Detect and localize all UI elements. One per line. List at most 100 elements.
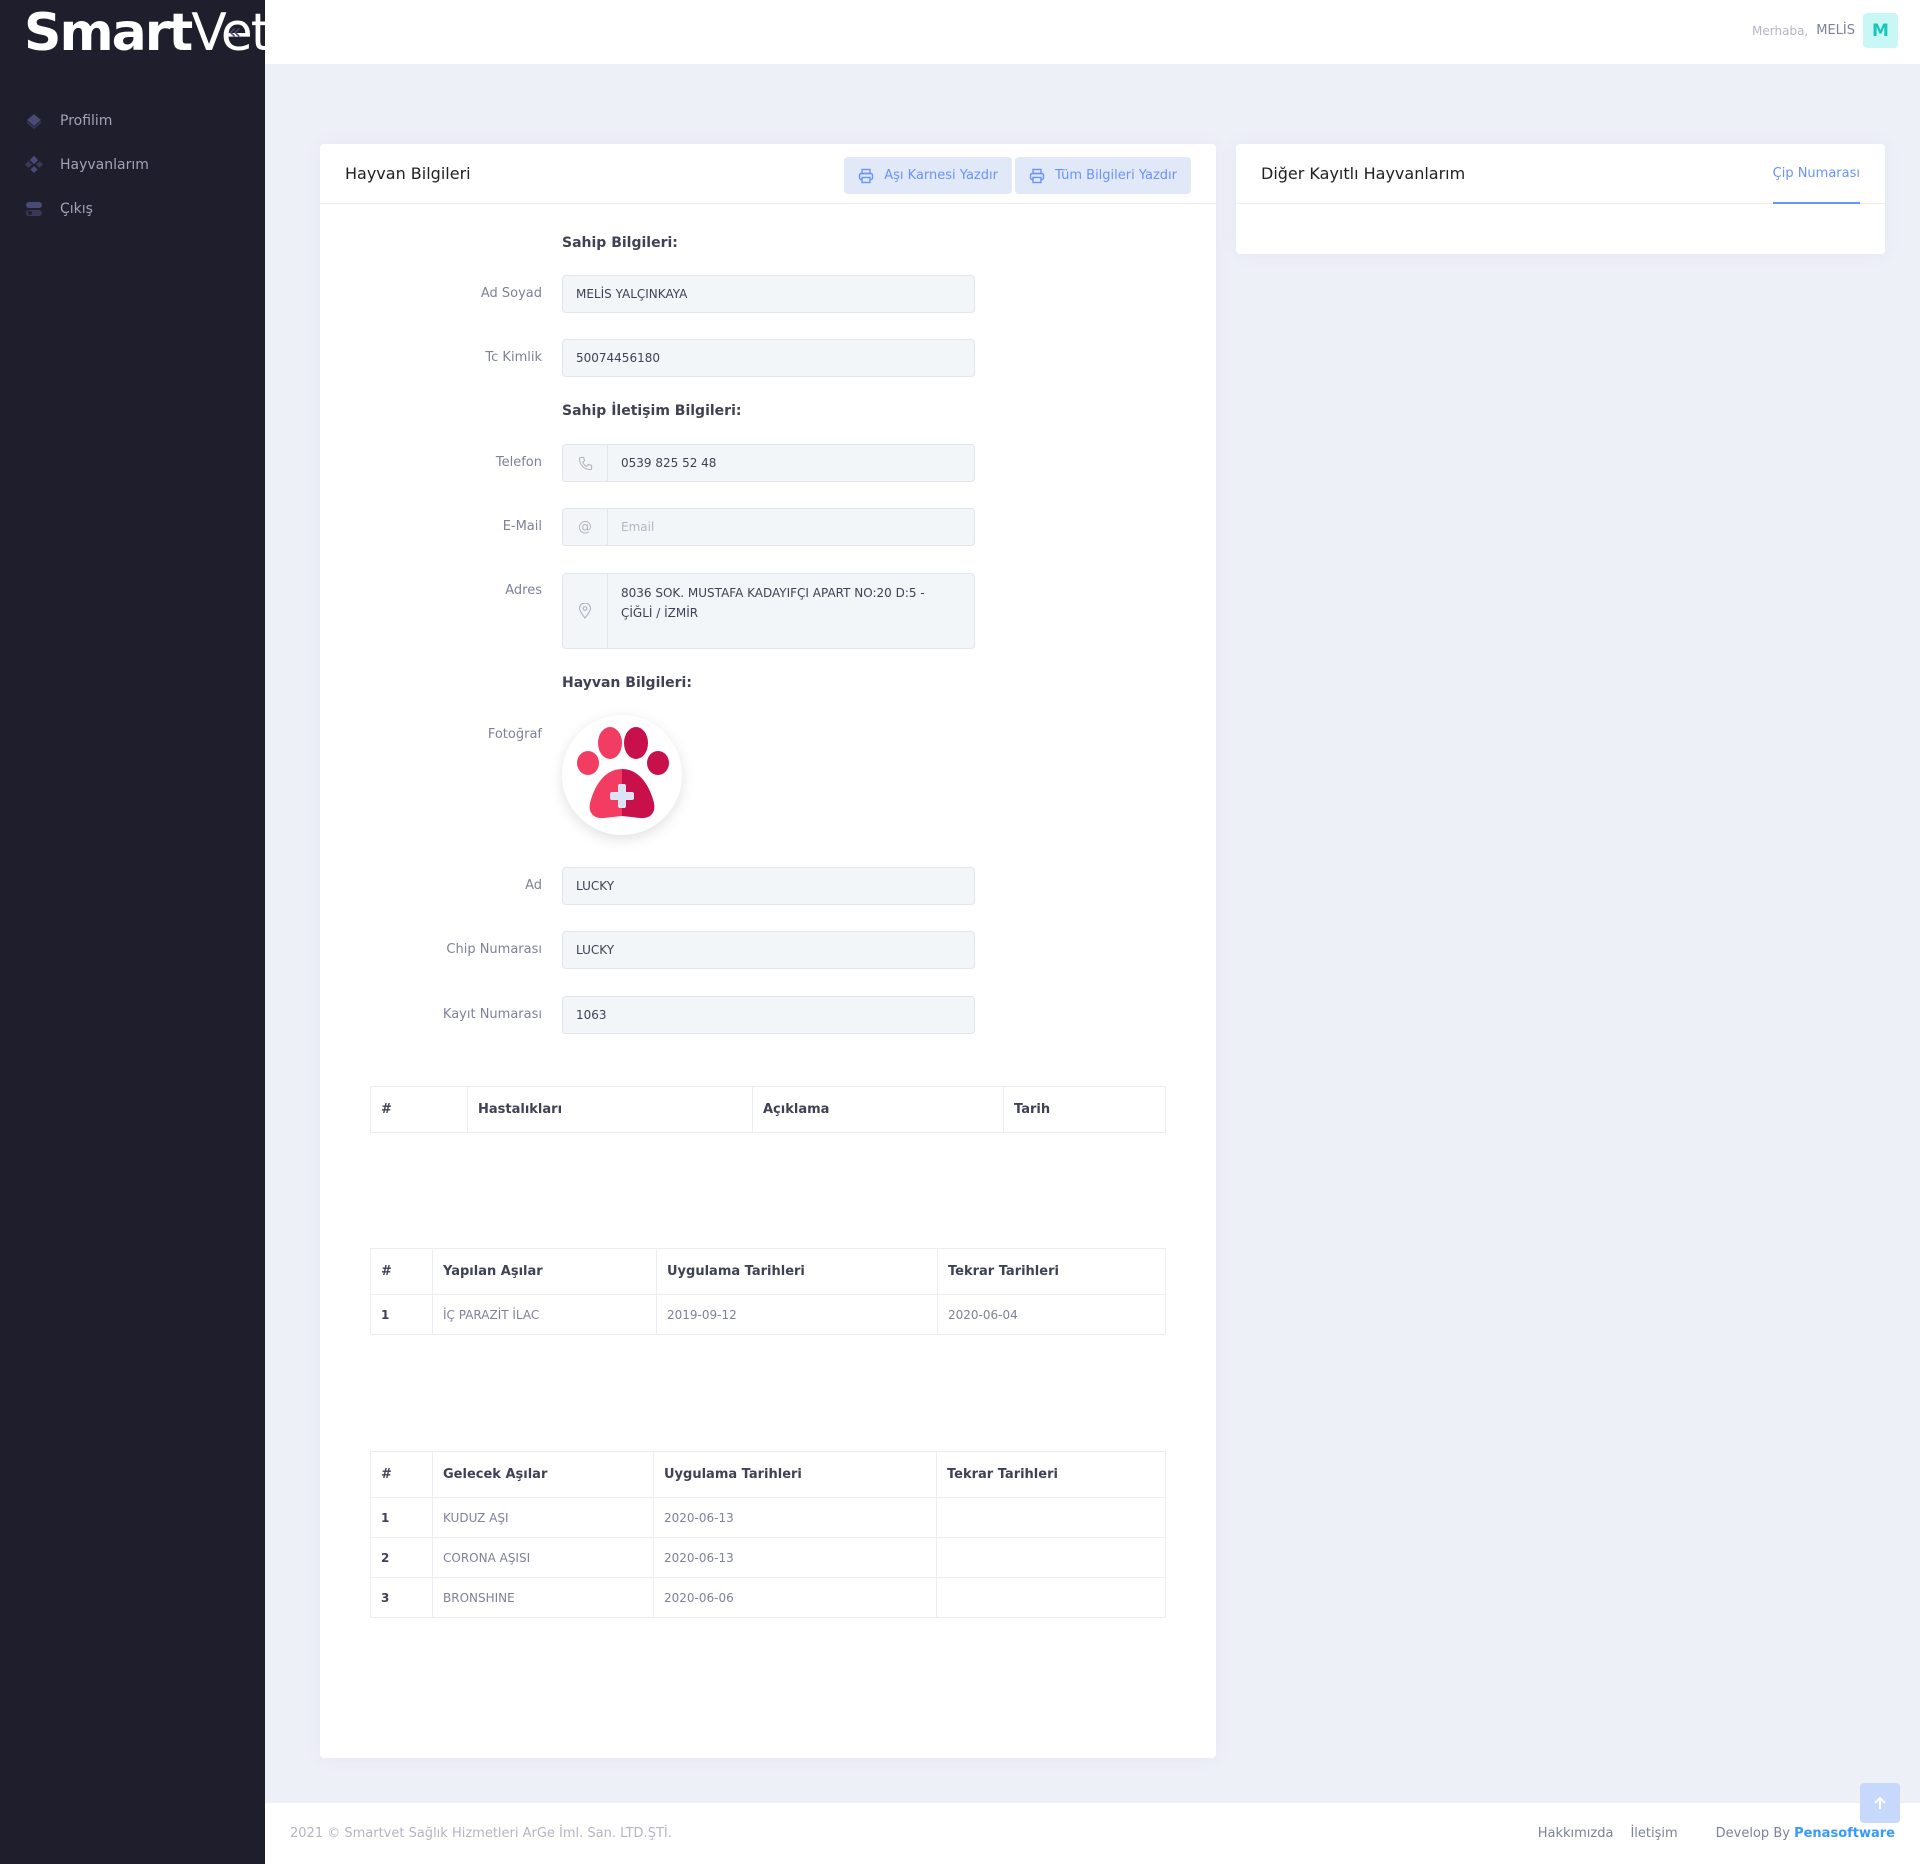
- row-repeat-date: 2020-06-04: [937, 1294, 1166, 1335]
- developer-credit: Develop By Penasoftware: [1716, 1826, 1895, 1841]
- address-addon: [563, 574, 608, 648]
- table-row[interactable]: 2 CORONA AŞISI 2020-06-13: [370, 1537, 1166, 1578]
- col-vaccines: Yapılan Aşılar: [432, 1248, 657, 1295]
- footer-links: Hakkımızda İletişim Develop By Penasoftw…: [1521, 1826, 1895, 1841]
- col-application-dates: Uygulama Tarihleri: [653, 1451, 937, 1498]
- row-index: 2: [370, 1537, 433, 1578]
- at-icon: @: [578, 519, 592, 535]
- phone-icon: [578, 456, 592, 470]
- address-line-2: ÇİĞLİ / İZMİR: [621, 606, 699, 620]
- row-index: 3: [370, 1577, 433, 1618]
- print-buttons: Aşı Karnesi Yazdır Tüm Bilgileri Yazdır: [844, 157, 1191, 194]
- address-line-1: 8036 SOK. MUSTAFA KADAYIFÇI APART NO:20 …: [621, 586, 925, 600]
- col-date: Tarih: [1003, 1086, 1166, 1133]
- row-vaccine: İÇ PARAZİT İLAC: [432, 1294, 657, 1335]
- tc-label: Tc Kimlik: [485, 350, 542, 365]
- diamond-icon: [26, 114, 42, 129]
- email-field[interactable]: @ Email: [562, 508, 975, 546]
- address-value: 8036 SOK. MUSTAFA KADAYIFÇI APART NO:20 …: [608, 574, 974, 648]
- sidebar-menu: Profilim Hayvanlarım Çıkış: [0, 99, 265, 231]
- develop-by-text: Develop By: [1715, 1826, 1790, 1841]
- sidebar: SmartVet « Profilim Hayvanlarım Çıkış: [0, 0, 271, 1864]
- card-title: Diğer Kayıtlı Hayvanlarım: [1261, 164, 1466, 183]
- greeting-text: Merhaba,: [1752, 23, 1809, 38]
- animal-name-field[interactable]: LUCKY: [562, 867, 975, 905]
- tc-field[interactable]: 50074456180: [562, 339, 975, 377]
- animal-photo[interactable]: [562, 715, 682, 835]
- location-pin-icon: [578, 603, 592, 619]
- photo-label: Fotoğraf: [487, 727, 542, 742]
- col-repeat-dates: Tekrar Tarihleri: [936, 1451, 1166, 1498]
- developer-link[interactable]: Penasoftware: [1794, 1826, 1895, 1841]
- about-link[interactable]: Hakkımızda: [1538, 1826, 1614, 1841]
- print-vaccine-label: Aşı Karnesi Yazdır: [884, 168, 998, 183]
- avatar[interactable]: M: [1863, 13, 1898, 48]
- card-header: Diğer Kayıtlı Hayvanlarım Çip Numarası: [1236, 144, 1885, 204]
- animal-name-label: Ad: [525, 878, 542, 893]
- future-vaccines-table: # Gelecek Aşılar Uygulama Tarihleri Tekr…: [370, 1451, 1166, 1618]
- table-row[interactable]: 1 KUDUZ AŞI 2020-06-13: [370, 1497, 1166, 1538]
- done-vaccines-table: # Yapılan Aşılar Uygulama Tarihleri Tekr…: [370, 1248, 1166, 1335]
- address-label: Adres: [505, 583, 542, 598]
- user-menu[interactable]: Merhaba, MELİS M: [1752, 13, 1898, 48]
- col-application-dates: Uygulama Tarihleri: [656, 1248, 938, 1295]
- table-row[interactable]: 3 BRONSHINE 2020-06-06: [370, 1577, 1166, 1618]
- row-application-date: 2020-06-06: [653, 1577, 937, 1618]
- table-header-row: # Gelecek Aşılar Uygulama Tarihleri Tekr…: [370, 1451, 1166, 1498]
- printer-icon: [1029, 168, 1045, 183]
- row-repeat-date: [936, 1537, 1166, 1578]
- email-addon: @: [563, 509, 608, 545]
- table-row[interactable]: 1 İÇ PARAZİT İLAC 2019-09-12 2020-06-04: [370, 1294, 1166, 1335]
- phone-value: 0539 825 52 48: [621, 456, 717, 470]
- paw-icon: [24, 155, 44, 174]
- col-index: #: [370, 1086, 468, 1133]
- col-index: #: [370, 1248, 433, 1295]
- col-description: Açıklama: [752, 1086, 1004, 1133]
- printer-icon: [859, 168, 874, 183]
- row-index: 1: [370, 1497, 433, 1538]
- col-repeat-dates: Tekrar Tarihleri: [937, 1248, 1166, 1295]
- owner-name-field[interactable]: MELİS YALÇINKAYA: [562, 275, 975, 313]
- contact-section-title: Sahip İletişim Bilgileri:: [562, 403, 742, 419]
- top-header: Merhaba, MELİS M: [265, 0, 1920, 64]
- brand: SmartVet «: [0, 0, 271, 66]
- registration-number-field[interactable]: 1063: [562, 996, 975, 1034]
- tab-chip-number[interactable]: Çip Numarası: [1772, 144, 1860, 204]
- phone-addon: [563, 445, 608, 481]
- chip-label: Chip Numarası: [446, 942, 542, 957]
- col-index: #: [370, 1451, 433, 1498]
- email-placeholder: Email: [621, 520, 655, 534]
- email-label: E-Mail: [502, 519, 542, 534]
- print-all-label: Tüm Bilgileri Yazdır: [1054, 168, 1177, 183]
- sidebar-item-label: Hayvanlarım: [60, 157, 149, 173]
- sidebar-item-label: Çıkış: [60, 201, 93, 217]
- paw-logo-icon: [577, 727, 669, 819]
- sidebar-item-hayvanlarim[interactable]: Hayvanlarım: [0, 143, 265, 187]
- table-header-row: # Yapılan Aşılar Uygulama Tarihleri Tekr…: [370, 1248, 1166, 1295]
- diseases-table: # Hastalıkları Açıklama Tarih: [370, 1086, 1166, 1133]
- address-field[interactable]: 8036 SOK. MUSTAFA KADAYIFÇI APART NO:20 …: [562, 573, 975, 649]
- sidebar-collapse-icon[interactable]: «: [228, 20, 241, 45]
- row-index: 1: [370, 1294, 433, 1335]
- sidebar-item-profilim[interactable]: Profilim: [0, 99, 265, 143]
- other-animals-card: Diğer Kayıtlı Hayvanlarım Çip Numarası: [1236, 144, 1885, 254]
- registration-label: Kayıt Numarası: [442, 1007, 542, 1022]
- owner-section-title: Sahip Bilgileri:: [562, 235, 678, 251]
- scroll-top-button[interactable]: [1860, 1783, 1900, 1823]
- print-vaccine-card-button[interactable]: Aşı Karnesi Yazdır: [844, 157, 1012, 194]
- name-label: Ad Soyad: [480, 286, 542, 301]
- print-all-info-button[interactable]: Tüm Bilgileri Yazdır: [1014, 157, 1191, 194]
- row-application-date: 2019-09-12: [656, 1294, 938, 1335]
- chip-number-field[interactable]: LUCKY: [562, 931, 975, 969]
- user-name: MELİS: [1816, 23, 1855, 38]
- sidebar-item-cikis[interactable]: Çıkış: [0, 187, 265, 231]
- row-vaccine: KUDUZ AŞI: [432, 1497, 654, 1538]
- phone-field[interactable]: 0539 825 52 48: [562, 444, 975, 482]
- phone-label: Telefon: [495, 455, 542, 470]
- toggle-icon: [26, 202, 42, 216]
- col-diseases: Hastalıkları: [467, 1086, 753, 1133]
- sidebar-item-label: Profilim: [60, 113, 113, 129]
- arrow-up-icon: [1874, 1796, 1886, 1809]
- contact-link[interactable]: İletişim: [1630, 1826, 1677, 1841]
- table-header-row: # Hastalıkları Açıklama Tarih: [370, 1086, 1166, 1133]
